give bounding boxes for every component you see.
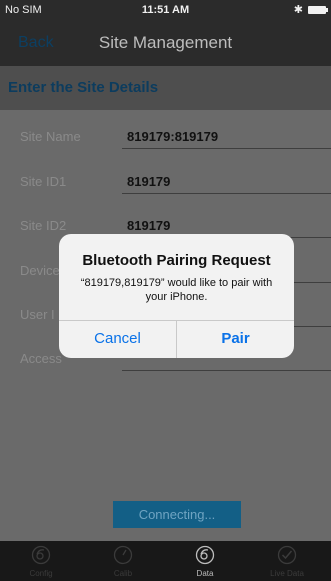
bluetooth-pairing-dialog: Bluetooth Pairing Request “819179,819179… — [59, 234, 294, 358]
tab-bar: Config Calib Data Live Data — [0, 541, 331, 581]
section-title: Enter the Site Details — [8, 79, 159, 96]
navigation-bar: Back Site Management — [0, 20, 331, 66]
site-name-field[interactable]: 819179:819179 — [127, 129, 218, 144]
cancel-button[interactable]: Cancel — [59, 320, 176, 358]
site-id1-label: Site ID1 — [20, 174, 67, 189]
battery-icon — [308, 6, 328, 14]
access-code-label: Access — [20, 351, 62, 366]
device-label: Device — [20, 263, 60, 278]
tab-config[interactable]: Config — [0, 541, 82, 581]
tab-live-data[interactable]: Live Data — [246, 541, 328, 581]
tab-calib[interactable]: Calib — [82, 541, 164, 581]
config-icon — [31, 545, 51, 565]
tab-data[interactable]: Data — [164, 541, 246, 581]
clock: 11:51 AM — [141, 4, 190, 16]
live-data-icon — [277, 545, 297, 565]
page-title: Site Management — [98, 33, 233, 52]
data-icon — [195, 545, 215, 565]
field-underline — [122, 193, 331, 194]
dialog-title: Bluetooth Pairing Request — [82, 252, 271, 269]
calib-icon — [113, 545, 133, 565]
tab-label: Data — [196, 569, 214, 578]
tab-label: Live Data — [270, 569, 304, 578]
user-id-label: User I — [20, 307, 55, 322]
dialog-message: “819179,819179” would like to pair with … — [80, 277, 273, 303]
field-underline — [122, 370, 331, 371]
site-id2-label: Site ID2 — [20, 218, 67, 233]
bluetooth-icon: ✱ — [293, 4, 303, 16]
field-underline — [122, 148, 331, 149]
section-header: Enter the Site Details — [0, 66, 331, 110]
tab-label: Calib — [113, 569, 133, 578]
pair-button[interactable]: Pair — [177, 320, 294, 358]
site-id2-field[interactable]: 819179 — [127, 218, 170, 233]
tab-label: Config — [29, 569, 53, 578]
site-id1-field[interactable]: 819179 — [127, 174, 170, 189]
site-name-label: Site Name — [20, 129, 81, 144]
connecting-button[interactable]: Connecting... — [113, 501, 241, 528]
status-bar: No SIM 11:51 AM ✱ — [0, 0, 331, 20]
